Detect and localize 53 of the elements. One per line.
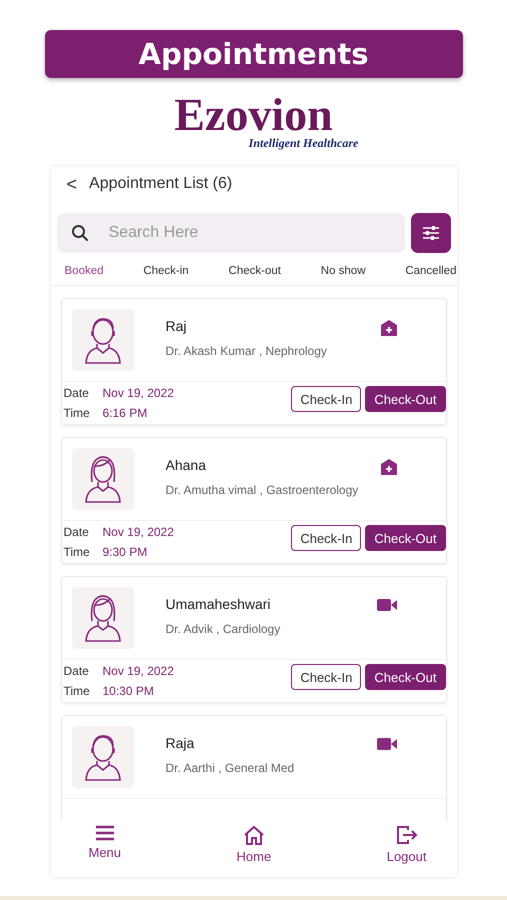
- female-avatar-icon: [82, 593, 122, 643]
- appointment-date: Nov 19, 2022: [102, 525, 174, 539]
- filter-button[interactable]: [410, 213, 450, 253]
- date-label: Date: [64, 664, 90, 678]
- check-in-button[interactable]: Check-In: [291, 386, 362, 412]
- patient-name: Raja: [166, 735, 196, 751]
- male-avatar-icon: [82, 732, 122, 782]
- date-label: Date: [64, 386, 90, 400]
- status-tab[interactable]: Booked: [64, 265, 104, 277]
- time-label: Time: [64, 545, 90, 559]
- status-tab[interactable]: Cancelled: [405, 265, 456, 277]
- clinic-plus-icon: [380, 319, 398, 337]
- male-avatar-icon: [82, 315, 122, 365]
- time-label: Time: [64, 684, 90, 698]
- nav-button[interactable]: Menu: [88, 821, 122, 877]
- patient-name: Umamaheshwari: [166, 596, 272, 612]
- doctor-department: Dr. Amutha vimal , Gastroenterology: [166, 483, 360, 497]
- doctor-department: Dr. Akash Kumar , Nephrology: [166, 344, 328, 358]
- appointment-time: 10:30 PM: [102, 684, 154, 698]
- appointment-time: 6:16 PM: [102, 406, 148, 420]
- menu-icon: [94, 825, 115, 841]
- logo-wordmark: Ezovion: [174, 94, 333, 136]
- title-banner: Appointments: [44, 30, 462, 78]
- nav-button[interactable]: Logout: [386, 821, 426, 877]
- date-label: Date: [64, 525, 90, 539]
- nav-button[interactable]: Home: [236, 821, 272, 877]
- check-out-button[interactable]: Check-Out: [365, 525, 446, 551]
- logo-tagline: Intelligent Healthcare: [248, 136, 358, 151]
- appointment-time: 9:30 PM: [102, 545, 148, 559]
- doctor-department: Dr. Aarthi , General Med: [166, 761, 296, 775]
- status-tab[interactable]: Check-in: [143, 265, 189, 277]
- patient-name: Ahana: [166, 457, 207, 473]
- time-label: Time: [64, 406, 90, 420]
- video-camera-icon: [376, 736, 398, 752]
- check-in-button[interactable]: Check-In: [291, 664, 362, 690]
- check-out-button[interactable]: Check-Out: [365, 386, 446, 412]
- doctor-department: Dr. Advik , Cardiology: [166, 622, 282, 636]
- appointment-date: Nov 19, 2022: [102, 386, 174, 400]
- appointment-date: Nov 19, 2022: [102, 664, 174, 678]
- patient-name: Raj: [166, 318, 188, 334]
- clinic-plus-icon: [380, 458, 398, 476]
- home-icon: [242, 825, 265, 845]
- search-field[interactable]: Search Here: [56, 213, 404, 253]
- logout-icon: [396, 825, 418, 845]
- list-title: Appointment List (6): [89, 175, 232, 193]
- female-avatar-icon: [82, 454, 122, 504]
- check-in-button[interactable]: Check-In: [291, 525, 362, 551]
- back-button[interactable]: <: [66, 174, 78, 194]
- check-out-button[interactable]: Check-Out: [365, 664, 446, 690]
- video-camera-icon: [376, 597, 398, 613]
- status-tab[interactable]: No show: [320, 265, 366, 277]
- status-tab[interactable]: Check-out: [228, 265, 281, 277]
- sliders-icon: [422, 225, 440, 241]
